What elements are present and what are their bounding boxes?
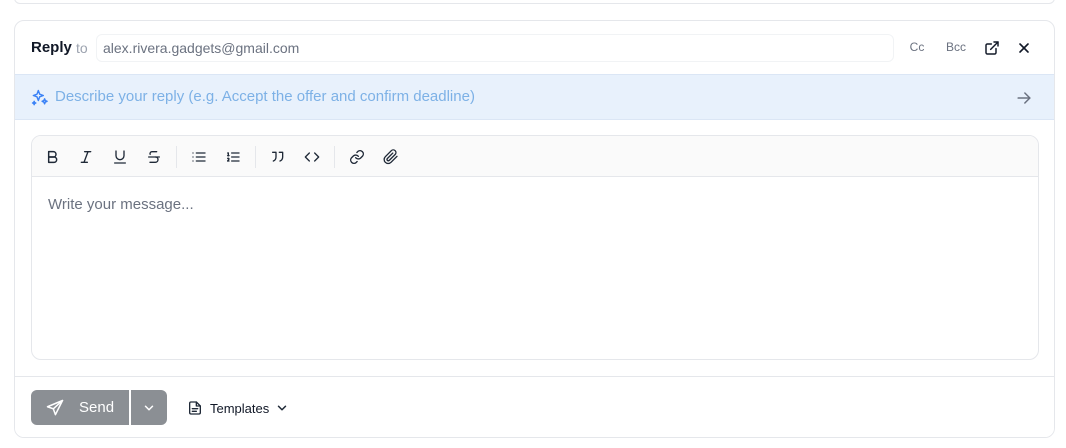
underline-icon[interactable]	[108, 145, 132, 169]
attachment-icon[interactable]	[379, 145, 403, 169]
composer-footer: Send Templates	[15, 376, 1054, 437]
code-icon[interactable]	[300, 145, 324, 169]
templates-button[interactable]: Templates	[187, 398, 289, 418]
message-body-input[interactable]: Write your message...	[48, 196, 194, 213]
sparkles-icon	[30, 88, 50, 108]
toolbar-divider	[334, 146, 335, 168]
chevron-down-icon	[275, 401, 289, 415]
toolbar-divider	[255, 146, 256, 168]
send-icon	[45, 398, 65, 418]
cc-button[interactable]: Cc	[902, 35, 932, 59]
ai-reply-bar: Describe your reply (e.g. Accept the off…	[15, 74, 1054, 120]
to-label: to	[76, 40, 88, 56]
document-icon	[187, 400, 203, 416]
to-recipient-field[interactable]: alex.rivera.gadgets@gmail.com	[96, 34, 894, 62]
strikethrough-icon[interactable]	[142, 145, 166, 169]
templates-label: Templates	[210, 400, 270, 416]
send-options-button[interactable]	[131, 390, 167, 425]
bcc-button[interactable]: Bcc	[940, 35, 972, 59]
numbered-list-icon[interactable]	[221, 145, 245, 169]
bold-icon[interactable]	[40, 145, 64, 169]
arrow-right-icon[interactable]	[1014, 88, 1034, 108]
chevron-down-icon	[144, 404, 154, 411]
reply-composer: Reply to alex.rivera.gadgets@gmail.com C…	[14, 20, 1055, 438]
send-button[interactable]: Send	[31, 390, 129, 425]
external-link-icon[interactable]	[980, 36, 1004, 60]
formatting-toolbar	[32, 136, 1038, 177]
italic-icon[interactable]	[74, 145, 98, 169]
bullet-list-icon[interactable]	[187, 145, 211, 169]
ai-prompt-input[interactable]: Describe your reply (e.g. Accept the off…	[55, 88, 475, 105]
link-icon[interactable]	[345, 145, 369, 169]
composer-header: Reply to alex.rivera.gadgets@gmail.com C…	[15, 21, 1054, 74]
reply-mode-label: Reply	[31, 39, 72, 56]
send-label: Send	[79, 399, 115, 416]
close-icon[interactable]	[1012, 36, 1036, 60]
message-editor: Write your message...	[31, 135, 1039, 360]
toolbar-divider	[176, 146, 177, 168]
previous-message-card	[14, 0, 1055, 4]
quote-icon[interactable]	[266, 145, 290, 169]
